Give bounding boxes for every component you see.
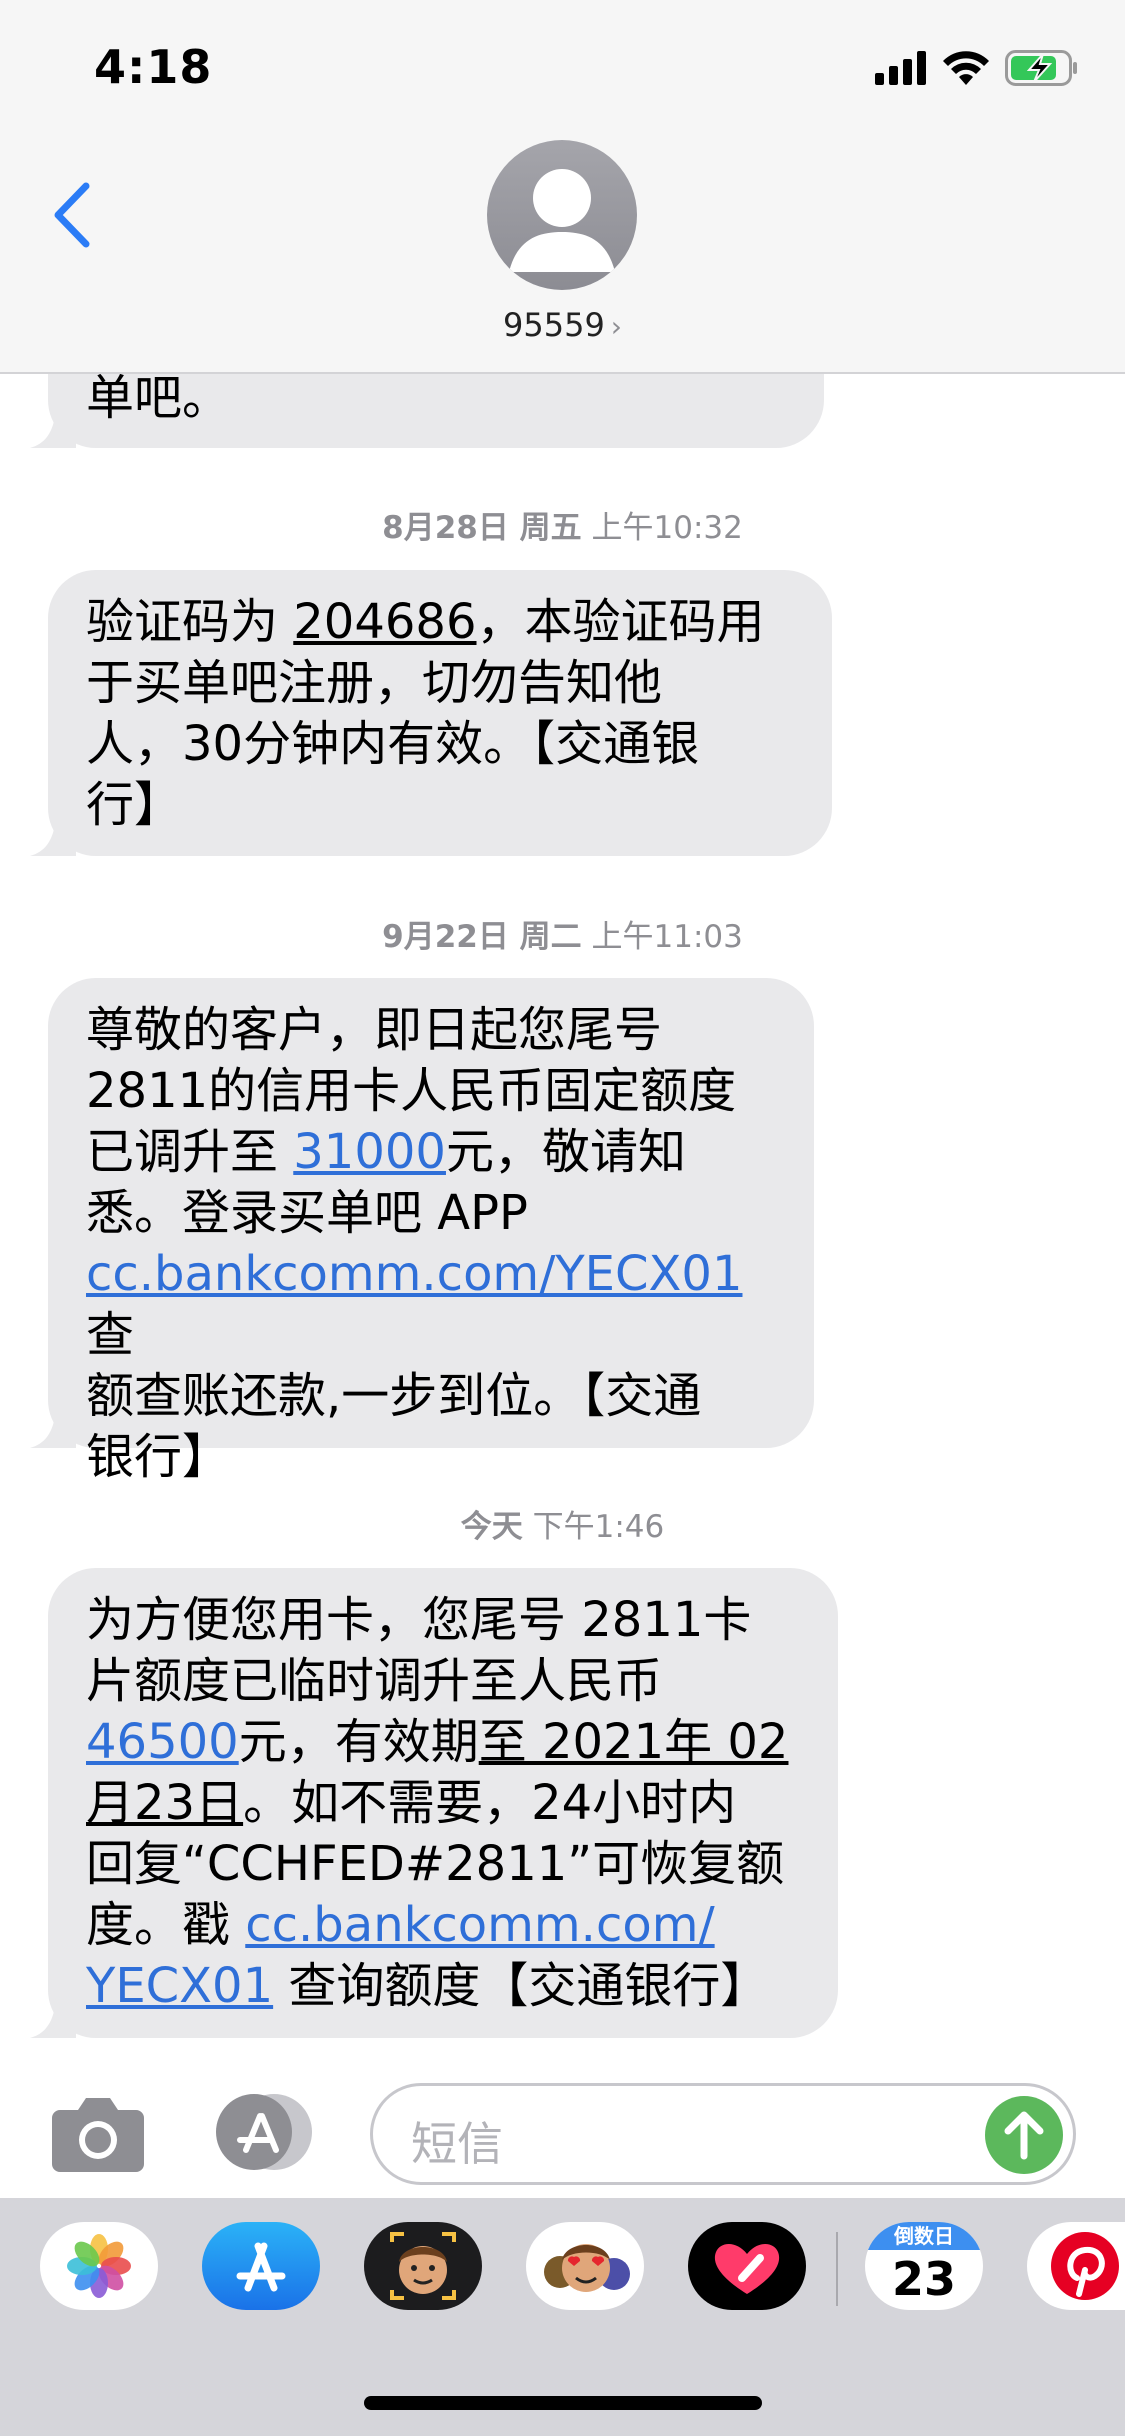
message-input-placeholder: 短信 (411, 2117, 503, 2171)
app-store-drawer-icon[interactable] (210, 2092, 316, 2172)
verification-code[interactable]: 204686 (293, 594, 476, 650)
url-link[interactable]: cc.bankcomm.com/ (245, 1897, 714, 1953)
message-line: 于买单吧注册，切勿告知他 (86, 655, 663, 711)
bubble-tail (30, 408, 76, 448)
message-line: 片额度已临时调升至人民币 (86, 1653, 663, 1709)
bubble-tail (30, 816, 76, 856)
battery-charging-icon (1005, 50, 1077, 86)
timestamp-time: 上午11:03 (591, 919, 743, 955)
message-line: 度。戳 cc.bankcomm.com/ (86, 1897, 715, 1953)
memoji-icon[interactable] (364, 2222, 482, 2310)
bubble-tail (30, 1998, 76, 2038)
message-bubble[interactable]: 尊敬的客户，即日起您尾号 2811的信用卡人民币固定额度 已调升至 31000元… (30, 978, 814, 1485)
url-link[interactable]: cc.bankcomm.com/YECX01 (86, 1246, 742, 1302)
message-line: 悉。登录买单吧 APP (86, 1185, 528, 1241)
message-line: 46500元，有效期至 2021年 02 (86, 1714, 789, 1770)
timestamp-date: 9月22日 周二 (382, 919, 582, 955)
message-bubble[interactable]: 为方便您用卡，您尾号 2811卡 片额度已临时调升至人民币 46500元，有效期… (30, 1568, 838, 2038)
message-line: 月23日。如不需要，24小时内 (86, 1775, 737, 1831)
cellular-signal-icon (875, 51, 926, 85)
message-bubble[interactable]: 验证码为 204686，本验证码用 于买单吧注册，切勿告知他 人，30分钟内有效… (30, 570, 832, 856)
arrow-up-icon (1004, 2111, 1044, 2160)
message-line: 已调升至 31000元，敬请知 (86, 1124, 686, 1180)
camera-icon[interactable] (50, 2090, 146, 2174)
amount-link[interactable]: 31000 (293, 1124, 446, 1180)
date-link[interactable]: 月23日 (86, 1775, 243, 1831)
date-link[interactable]: 至 2021年 02 (479, 1714, 789, 1770)
timestamp-date: 今天 (460, 1509, 523, 1545)
countdown-number: 23 (891, 2252, 956, 2306)
status-icons (875, 48, 1079, 88)
message-line: 2811的信用卡人民币固定额度 (86, 1063, 737, 1119)
message-line: YECX01 查询额度【交通银行】 (86, 1958, 769, 2014)
message-line: 额查账还款,一步到位。【交通 (86, 1368, 702, 1424)
message-input[interactable]: 短信 (370, 2083, 1076, 2185)
chevron-right-icon: › (610, 310, 622, 343)
person-silhouette-icon (509, 169, 615, 272)
timestamp-date: 8月28日 周五 (382, 510, 582, 546)
timestamp: 9月22日 周二 上午11:03 (0, 911, 1125, 956)
pinterest-app-icon[interactable] (1027, 2222, 1125, 2310)
amount-link[interactable]: 46500 (86, 1714, 239, 1770)
status-time: 4:18 (94, 40, 213, 94)
back-chevron-icon[interactable] (44, 180, 104, 250)
timestamp: 今天 下午1:46 (0, 1501, 1125, 1546)
conversation-header: 4:18 95559 › (0, 0, 1125, 374)
message-line: 行】 (86, 777, 183, 833)
message-text: 单吧。 (86, 370, 231, 426)
contact-name-button[interactable]: 95559 › (0, 306, 1125, 344)
message-line: cc.bankcomm.com/YECX01 查 (86, 1246, 743, 1363)
url-link[interactable]: YECX01 (86, 1958, 273, 2014)
home-indicator (364, 2396, 762, 2410)
contact-name: 95559 (503, 306, 605, 344)
timestamp-time: 上午10:32 (591, 510, 743, 546)
message-line: 尊敬的客户，即日起您尾号 (86, 1002, 663, 1058)
message-line: 验证码为 204686，本验证码用 (86, 594, 765, 650)
message-line: 回复“CCHFED#2811”可恢复额 (86, 1836, 785, 1892)
timestamp-time: 下午1:46 (532, 1509, 665, 1545)
app-store-icon[interactable] (202, 2222, 320, 2310)
bubble-tail (30, 1408, 76, 1448)
photos-app-icon[interactable] (40, 2222, 158, 2310)
message-line: 银行】 (86, 1429, 231, 1485)
contact-avatar[interactable] (487, 140, 637, 290)
send-button[interactable] (985, 2096, 1063, 2174)
drawer-divider (836, 2232, 838, 2306)
digital-touch-icon[interactable] (688, 2222, 806, 2310)
countdown-app-icon[interactable]: 倒数日 23 (865, 2222, 983, 2310)
animoji-stickers-icon[interactable] (526, 2222, 644, 2310)
message-line: 人，30分钟内有效。【交通银 (86, 716, 700, 772)
timestamp: 8月28日 周五 上午10:32 (0, 502, 1125, 547)
message-line: 为方便您用卡，您尾号 2811卡 (86, 1592, 752, 1648)
wifi-icon (943, 51, 989, 85)
